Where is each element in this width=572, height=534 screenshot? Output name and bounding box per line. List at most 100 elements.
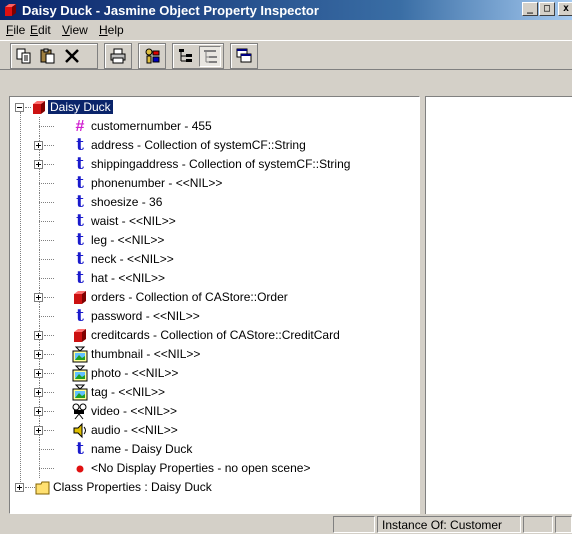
tree-item[interactable]: t name - Daisy Duck	[10, 440, 419, 459]
tree-item[interactable]: t neck - <<NIL>>	[10, 250, 419, 269]
tree-class-node[interactable]: Class Properties : Daisy Duck	[10, 478, 419, 497]
list-view-button[interactable]	[199, 46, 221, 67]
image-icon	[72, 346, 88, 363]
minimize-button[interactable]: _	[522, 2, 538, 16]
menu-help-hotkey: H	[99, 23, 108, 37]
speaker-icon	[73, 422, 86, 439]
tree-item-label: name - Daisy Duck	[91, 442, 193, 456]
tree-item[interactable]: tag - <<NIL>>	[10, 383, 419, 402]
tree-root[interactable]: Daisy Duck	[10, 98, 419, 117]
menu-edit[interactable]: Edit	[30, 23, 51, 37]
status-cell-instance: Instance Of: Customer	[377, 516, 521, 533]
tree-item[interactable]: t shippingaddress - Collection of systemC…	[10, 155, 419, 174]
video-camera-icon	[72, 403, 87, 420]
status-bar: Instance Of: Customer	[0, 514, 572, 534]
red-dot-icon	[76, 465, 84, 473]
hash-icon: #	[75, 118, 85, 135]
menu-view[interactable]: View	[62, 23, 88, 37]
tree-item-label: <No Display Properties - no open scene>	[91, 461, 311, 475]
tree-item-label: hat - <<NIL>>	[91, 271, 166, 285]
delete-button[interactable]	[61, 46, 83, 67]
tree-item-label: shippingaddress - Collection of systemCF…	[91, 157, 351, 171]
tree-item-label: leg - <<NIL>>	[91, 233, 165, 247]
property-tree[interactable]: Daisy Duck # customernumber - 455 t address …	[9, 96, 420, 514]
paste-button[interactable]	[37, 46, 59, 67]
print-button[interactable]	[107, 46, 129, 67]
tree-item[interactable]: thumbnail - <<NIL>>	[10, 345, 419, 364]
expand-toggle[interactable]	[34, 160, 43, 169]
window-icon	[236, 48, 252, 63]
tree-item-label: tag - <<NIL>>	[91, 385, 166, 399]
tree-item[interactable]: orders - Collection of CAStore::Order	[10, 288, 419, 307]
status-cell-4	[555, 516, 572, 533]
type-t-icon: t	[76, 154, 84, 174]
tree-item-label: photo - <<NIL>>	[91, 366, 179, 380]
type-t-icon: t	[76, 230, 84, 250]
tree-item-label: neck - <<NIL>>	[91, 252, 174, 266]
tree-item[interactable]: photo - <<NIL>>	[10, 364, 419, 383]
app-window: Daisy Duck - Jasmine Object Property Ins…	[0, 0, 572, 534]
title-bar[interactable]: Daisy Duck - Jasmine Object Property Ins…	[0, 0, 572, 20]
toolbar-group-print	[104, 43, 132, 69]
tree-item-label: waist - <<NIL>>	[91, 214, 176, 228]
type-t-icon: t	[76, 249, 84, 269]
expand-toggle[interactable]	[34, 331, 43, 340]
red-cube-icon	[33, 101, 45, 114]
tree-item-label: phonenumber - <<NIL>>	[91, 176, 223, 190]
expand-toggle[interactable]	[15, 483, 24, 492]
close-button[interactable]: x	[558, 2, 572, 16]
status-cell-3	[523, 516, 553, 533]
copy-icon	[16, 48, 31, 64]
type-t-icon: t	[76, 173, 84, 193]
tree-item[interactable]: creditcards - Collection of CAStore::Cre…	[10, 326, 419, 345]
properties-button[interactable]	[141, 46, 163, 67]
tree-item[interactable]: video - <<NIL>>	[10, 402, 419, 421]
tree-item[interactable]: t hat - <<NIL>>	[10, 269, 419, 288]
delete-icon	[65, 49, 79, 63]
window-button[interactable]	[233, 46, 255, 67]
folder-icon	[35, 481, 50, 495]
tree-item-label: customernumber - 455	[91, 119, 212, 133]
toolbar-group-properties	[138, 43, 166, 69]
tree-item[interactable]: t address - Collection of systemCF::Strin…	[10, 136, 419, 155]
menu-file[interactable]: File	[6, 23, 25, 37]
tree-view-button[interactable]	[175, 46, 197, 67]
expand-toggle[interactable]	[34, 369, 43, 378]
tree-item[interactable]: # customernumber - 455	[10, 117, 419, 136]
tree-item[interactable]: t shoesize - 36	[10, 193, 419, 212]
collapse-toggle[interactable]	[15, 103, 24, 112]
toolbar-group-edit	[10, 43, 98, 69]
type-t-icon: t	[76, 268, 84, 288]
tree-item[interactable]: t phonenumber - <<NIL>>	[10, 174, 419, 193]
menu-view-rest: iew	[69, 23, 88, 37]
red-cube-icon	[74, 291, 86, 304]
detail-pane[interactable]	[425, 96, 572, 514]
class-node-label: Class Properties : Daisy Duck	[53, 480, 212, 494]
toolbar	[0, 40, 572, 70]
red-cube-icon	[74, 329, 86, 342]
tree-item[interactable]: t waist - <<NIL>>	[10, 212, 419, 231]
status-cell-1	[333, 516, 375, 533]
menu-edit-hotkey: E	[30, 23, 39, 37]
toolbar-group-window	[230, 43, 258, 69]
expand-toggle[interactable]	[34, 293, 43, 302]
menu-file-rest: ile	[13, 23, 26, 37]
expand-toggle[interactable]	[34, 388, 43, 397]
expand-toggle[interactable]	[34, 426, 43, 435]
copy-button[interactable]	[13, 46, 35, 67]
menu-help[interactable]: Help	[99, 23, 124, 37]
tree-item[interactable]: t leg - <<NIL>>	[10, 231, 419, 250]
tree-item[interactable]: t password - <<NIL>>	[10, 307, 419, 326]
tree-view-icon	[179, 49, 192, 62]
tree-item-label: video - <<NIL>>	[91, 404, 178, 418]
print-icon	[110, 48, 126, 64]
tree-item[interactable]: <No Display Properties - no open scene>	[10, 459, 419, 478]
tree-item[interactable]: audio - <<NIL>>	[10, 421, 419, 440]
type-t-icon: t	[76, 306, 84, 326]
expand-toggle[interactable]	[34, 407, 43, 416]
maximize-button[interactable]: □	[539, 2, 555, 16]
tree-item-label: orders - Collection of CAStore::Order	[91, 290, 288, 304]
expand-toggle[interactable]	[34, 350, 43, 359]
expand-toggle[interactable]	[34, 141, 43, 150]
menu-view-hotkey: V	[62, 23, 70, 37]
